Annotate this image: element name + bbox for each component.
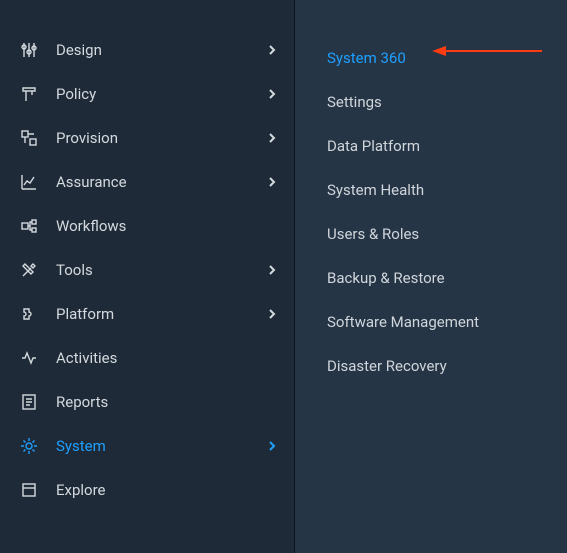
submenu-item-backup-restore[interactable]: Backup & Restore <box>327 256 567 300</box>
reports-icon <box>20 392 44 412</box>
sidebar-item-design[interactable]: Design <box>0 28 294 72</box>
workflow-icon <box>20 216 44 236</box>
sidebar-item-policy[interactable]: Policy <box>0 72 294 116</box>
nav-label: Platform <box>56 305 268 323</box>
nav-label: Reports <box>56 393 276 411</box>
activity-icon <box>20 348 44 368</box>
policy-icon <box>20 84 44 104</box>
chevron-right-icon <box>268 132 276 144</box>
submenu-item-disaster-recovery[interactable]: Disaster Recovery <box>327 344 567 388</box>
chevron-right-icon <box>268 308 276 320</box>
submenu-item-system-360[interactable]: System 360 <box>327 36 567 80</box>
nav-label: Assurance <box>56 173 268 191</box>
nav-label: System <box>56 437 268 455</box>
explore-icon <box>20 480 44 500</box>
tools-icon <box>20 260 44 280</box>
submenu-item-users-roles[interactable]: Users & Roles <box>327 212 567 256</box>
submenu-item-data-platform[interactable]: Data Platform <box>327 124 567 168</box>
chart-line-icon <box>20 172 44 192</box>
chevron-right-icon <box>268 88 276 100</box>
sidebar-item-system[interactable]: System <box>0 424 294 468</box>
submenu-item-software-management[interactable]: Software Management <box>327 300 567 344</box>
sidebar-item-platform[interactable]: Platform <box>0 292 294 336</box>
chevron-right-icon <box>268 264 276 276</box>
nav-label: Design <box>56 41 268 59</box>
submenu-item-settings[interactable]: Settings <box>327 80 567 124</box>
sliders-icon <box>20 40 44 60</box>
sidebar-item-explore[interactable]: Explore <box>0 468 294 512</box>
nav-label: Workflows <box>56 217 276 235</box>
sidebar-item-workflows[interactable]: Workflows <box>0 204 294 248</box>
chevron-right-icon <box>268 440 276 452</box>
provision-icon <box>20 128 44 148</box>
sidebar-item-assurance[interactable]: Assurance <box>0 160 294 204</box>
nav-label: Tools <box>56 261 268 279</box>
sidebar-item-reports[interactable]: Reports <box>0 380 294 424</box>
submenu-item-system-health[interactable]: System Health <box>327 168 567 212</box>
gear-icon <box>20 436 44 456</box>
chevron-right-icon <box>268 176 276 188</box>
nav-label: Explore <box>56 481 276 499</box>
puzzle-icon <box>20 304 44 324</box>
sidebar-item-provision[interactable]: Provision <box>0 116 294 160</box>
sidebar-item-activities[interactable]: Activities <box>0 336 294 380</box>
nav-label: Policy <box>56 85 268 103</box>
chevron-right-icon <box>268 44 276 56</box>
sidebar-primary-nav: Design Policy Provision <box>0 0 295 553</box>
sidebar-item-tools[interactable]: Tools <box>0 248 294 292</box>
sidebar-submenu: System 360 Settings Data Platform System… <box>295 0 567 553</box>
nav-label: Provision <box>56 129 268 147</box>
nav-label: Activities <box>56 349 276 367</box>
